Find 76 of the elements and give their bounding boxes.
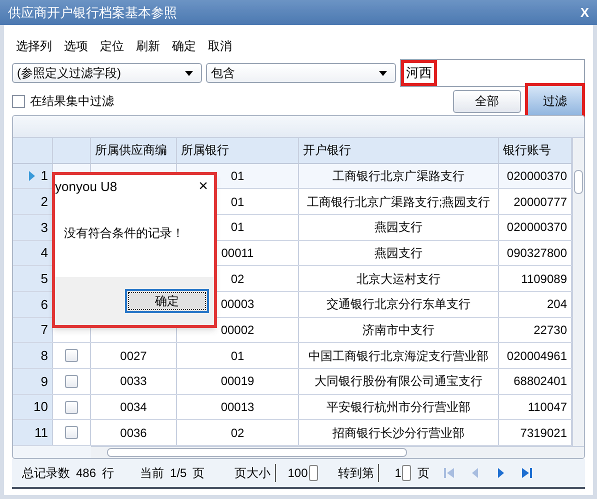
row-number: 1 [40,167,48,186]
menu-item[interactable]: 选项 [64,37,88,55]
goto-label: 转到第 [338,464,379,482]
row-number: 3 [40,218,48,237]
goto-page-spinner[interactable]: 1 [394,464,412,482]
page-unit: 页 [192,465,205,482]
checkbox-label: 在结果集中过滤 [30,93,114,110]
column-header: 开户银行 [299,138,499,163]
current-label: 当前 [140,465,164,482]
table-cell: 0027 [91,343,177,368]
operator-dropdown[interactable]: 包含 [206,63,396,83]
row-number: 7 [40,321,48,340]
current-row-icon [28,171,35,181]
row-number: 10 [34,398,48,416]
table-cell: 北京大运村支行 [299,266,499,292]
total-count: 486 [76,465,96,482]
row-checkbox[interactable] [65,400,78,414]
table-cell: 工商银行北京广渠路支行;燕园支行 [299,189,499,214]
table-cell: 中国工商银行北京海淀支行营业部 [299,343,499,368]
table-cell: 济南市中支行 [299,318,499,342]
checkbox[interactable] [12,94,25,108]
table-cell: 工商银行北京广渠路支行 [299,164,499,188]
highlight-frame: 河西 [401,60,437,86]
row-number: 4 [40,244,48,262]
ok-button[interactable]: 确定 [125,289,209,313]
first-page-icon[interactable] [443,467,456,479]
table-cell: 00013 [177,394,299,420]
horizontal-scrollbar[interactable] [91,446,584,458]
row-number: 8 [40,346,48,365]
scroll-thumb[interactable] [574,170,583,194]
menu-item[interactable]: 定位 [100,37,124,55]
row-checkbox[interactable] [65,349,78,362]
goto-unit: 页 [417,465,430,482]
table-row[interactable]: 10 0034 00013 平安银行杭州市分行营业部 110047 [13,394,572,420]
page-size-spinner[interactable]: 100 [288,464,318,482]
menu-item[interactable]: 选择列 [16,37,52,55]
column-header: 所属供应商编 [91,138,177,163]
page-size-label: 页大小 [234,464,276,482]
table-cell: 0033 [91,369,177,394]
table-cell: 平安银行杭州市分行营业部 [299,394,499,420]
dropdown-arrow-icon [185,70,193,76]
menu-item[interactable]: 确定 [172,37,196,55]
rows-unit: 行 [102,465,114,482]
table-row[interactable]: 9 0033 00019 大同银行股份有限公司通宝支行 68802401 [13,369,572,395]
last-page-icon[interactable] [521,467,534,479]
total-label: 总记录数 [22,465,70,482]
page-indicator: 1/5 [170,465,187,482]
row-number: 2 [40,192,48,211]
vertical-scrollbar[interactable] [572,138,584,446]
table-cell: 大同银行股份有限公司通宝支行 [299,369,499,394]
table-row[interactable]: 11 0036 02 招商银行长沙分行营业部 7319021 [13,420,572,446]
menu-item[interactable]: 取消 [208,37,232,55]
table-row[interactable]: 8 0027 01 中国工商银行北京海淀支行营业部 020004961 [13,343,572,370]
all-button[interactable]: 全部 [453,90,521,112]
table-cell: 招商银行长沙分行营业部 [299,420,499,446]
table-cell: 0034 [91,394,177,420]
table-cell: 00019 [177,369,299,394]
table-cell: 燕园支行 [299,215,499,240]
row-number: 6 [40,296,48,314]
row-number: 9 [40,372,48,391]
row-checkbox[interactable] [65,374,78,388]
close-button[interactable]: X [580,2,589,22]
table-cell: 燕园支行 [299,240,499,266]
field-dropdown[interactable]: (参照定义过滤字段) [12,63,202,83]
window-title: 供应商开户银行档案基本参照 [8,4,177,22]
row-checkbox[interactable] [65,426,78,440]
table-cell: 0036 [91,420,177,446]
table-cell: 交通银行北京分行东单支行 [299,292,499,317]
row-number: 5 [40,270,48,288]
menu-item[interactable]: 刷新 [136,37,160,55]
table-cell: 02 [177,420,299,446]
row-number: 11 [34,424,48,442]
scroll-thumb[interactable] [107,448,407,457]
dropdown-arrow-icon [379,70,387,76]
column-header: 所属银行 [177,138,299,163]
table-cell: 01 [177,343,299,368]
